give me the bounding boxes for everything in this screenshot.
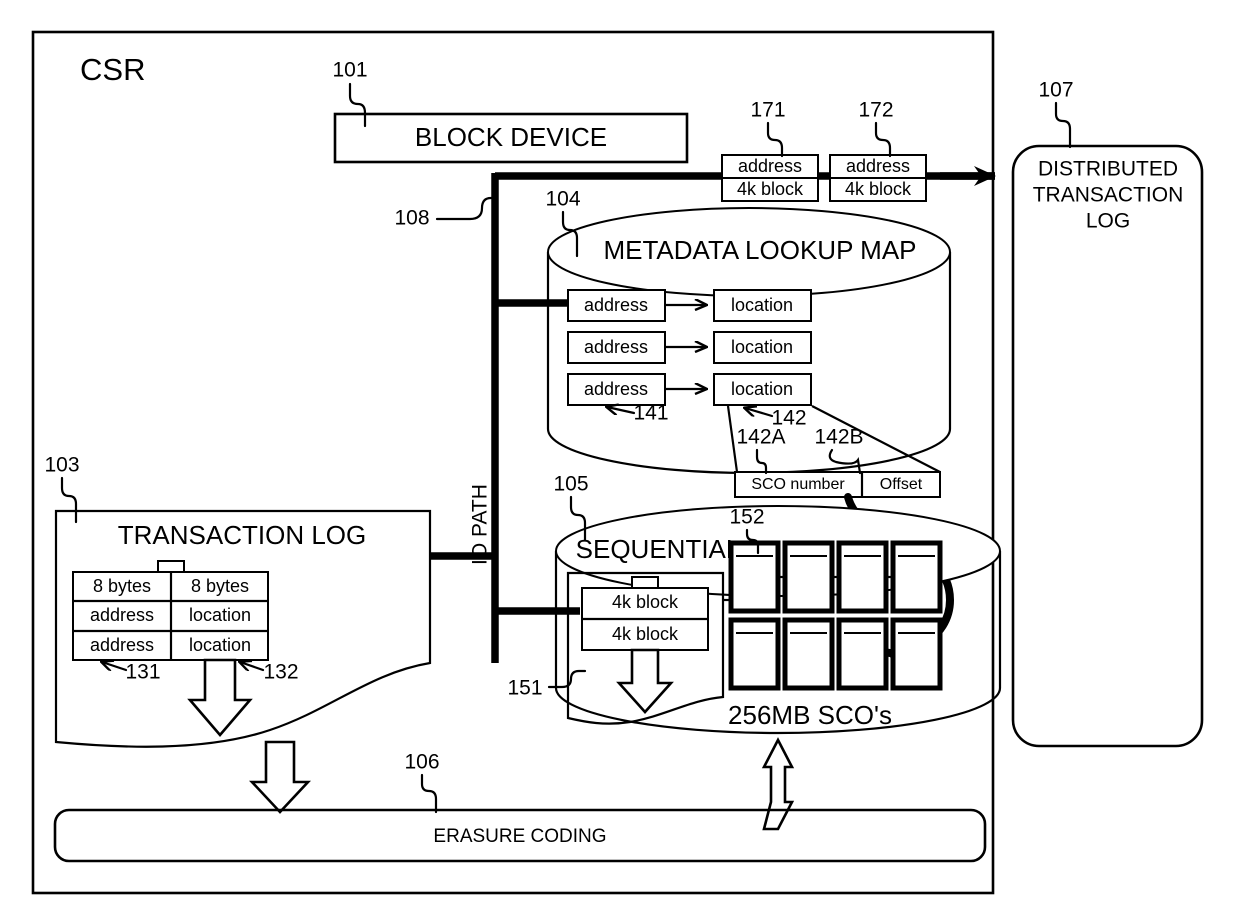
metadata-value-label-2: location [731, 379, 793, 399]
io-path-label: IO PATH [469, 484, 492, 565]
ref-131-leader [102, 662, 128, 670]
block-device-label: BLOCK DEVICE [415, 122, 607, 152]
translog-cell-1-1: location [189, 635, 251, 655]
sequential-store: 105 SEQUENTIAL 151 4k block 4k block 152… [507, 473, 1002, 735]
patent-diagram: CSR IO PATH 108 BLOCK DEVICE 101 address… [0, 0, 1240, 909]
metadata-map-label: METADATA LOOKUP MAP [603, 235, 916, 265]
sco-block [890, 540, 943, 614]
ref-141: 141 [633, 402, 668, 425]
sco-block [836, 540, 889, 614]
sco-block [782, 617, 835, 691]
sco-block [782, 540, 835, 614]
sco-block [728, 617, 781, 691]
translog-cell-1-0: address [90, 635, 154, 655]
sco-group-label: 256MB SCO's [728, 700, 892, 730]
translog-flush-arrow [187, 658, 253, 737]
sco-block [890, 617, 943, 691]
translog-header-right: 8 bytes [191, 576, 249, 596]
translog-to-erasure-arrow [249, 740, 311, 814]
write-packet-172: address 4k block 172 [829, 99, 927, 202]
offset-field-label: Offset [880, 476, 923, 493]
erasure-coding-label: ERASURE CODING [433, 826, 606, 847]
seq-flush-arrow [616, 648, 674, 714]
transaction-log-label: TRANSACTION LOG [118, 520, 366, 550]
ref-103-leader [60, 476, 78, 524]
translog-cell-0-0: address [90, 605, 154, 625]
metadata-key-label-2: address [584, 379, 648, 399]
sco-block [836, 617, 889, 691]
sco-block [728, 540, 781, 614]
seq-4k-block-label-0: 4k block [612, 592, 679, 612]
distributed-transaction-log-box[interactable] [1011, 144, 1204, 748]
sequential-erasure-double-arrow [761, 737, 795, 831]
ref-151: 151 [507, 677, 542, 700]
sco-number-field-label: SCO number [751, 476, 845, 493]
ref-142B: 142B [814, 426, 863, 449]
packet-172-top-label: address [846, 156, 910, 176]
ref-142A-leader [755, 448, 768, 475]
ref-142A: 142A [736, 426, 785, 449]
ref-108-leader [435, 196, 495, 221]
sequential-label: SEQUENTIAL [576, 534, 741, 564]
metadata-key-label-1: address [584, 337, 648, 357]
dtl-line3: LOG [1086, 210, 1130, 233]
ref-104: 104 [545, 188, 580, 211]
dtl-line1: DISTRIBUTED [1038, 158, 1178, 181]
ref-172: 172 [858, 99, 893, 122]
translog-header-left: 8 bytes [93, 576, 151, 596]
packet-171-top-label: address [738, 156, 802, 176]
packet-171-bottom-label: 4k block [737, 179, 804, 199]
ref-106: 106 [404, 751, 439, 774]
ref-103: 103 [44, 454, 79, 477]
diagram-canvas: CSR IO PATH 108 BLOCK DEVICE 101 address… [31, 30, 1204, 895]
ref-105: 105 [553, 473, 588, 496]
ref-108: 108 [394, 207, 429, 230]
ref-106-leader [420, 773, 438, 814]
ref-142-leader [745, 408, 774, 416]
translog-cell-0-1: location [189, 605, 251, 625]
transaction-log: TRANSACTION LOG 103 8 bytes 8 bytes addr… [44, 454, 432, 748]
ref-107: 107 [1038, 79, 1073, 102]
ref-132: 132 [263, 661, 298, 684]
ref-131: 131 [125, 661, 160, 684]
metadata-value-label-0: location [731, 295, 793, 315]
seq-4k-block-label-1: 4k block [612, 624, 679, 644]
ref-171: 171 [750, 99, 785, 122]
csr-title: CSR [80, 52, 145, 87]
packet-172-bottom-label: 4k block [845, 179, 912, 199]
ref-172-leader [874, 121, 892, 158]
ref-141-leader [607, 407, 636, 413]
ref-107-leader [1054, 101, 1072, 149]
ref-132-leader [240, 662, 265, 670]
metadata-value-label-1: location [731, 337, 793, 357]
dtl-line2: TRANSACTION [1033, 184, 1184, 207]
ref-152: 152 [729, 506, 764, 529]
ref-101: 101 [332, 59, 367, 82]
metadata-key-label-0: address [584, 295, 648, 315]
ref-171-leader [766, 121, 784, 158]
write-packet-171: address 4k block 171 [721, 99, 819, 202]
